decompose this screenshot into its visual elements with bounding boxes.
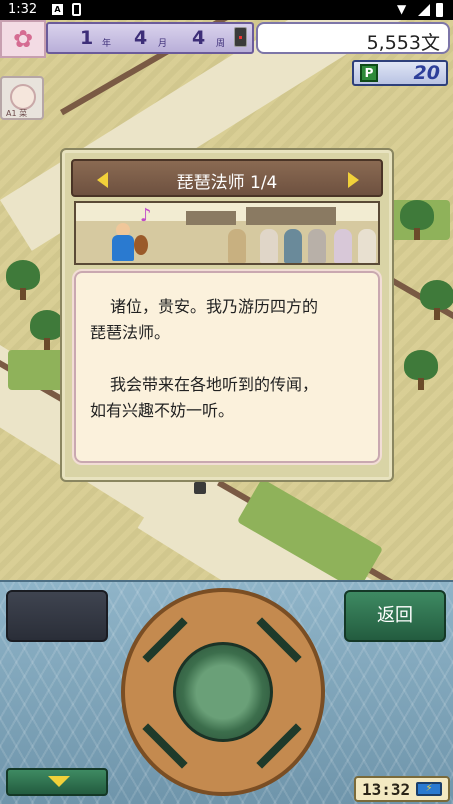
year-unit: 年 [102, 39, 112, 49]
battery-charging-icon: ⚡ [416, 782, 442, 796]
next-page-arrow-icon[interactable] [348, 172, 359, 188]
cursor-icon [194, 482, 206, 494]
monk-body [112, 235, 134, 261]
wifi-icon: ▼ [397, 2, 407, 16]
villager-sprite [358, 229, 376, 263]
dialog-window: 琵琶法师 1/4 ♪ 诸位，贵安。我乃游历四方的 琵琶法师。 我会带来在各地听到… [60, 148, 394, 482]
money-panel: 5,553文 [256, 22, 450, 54]
dialog-line: 如有兴趣不妨一听。 [90, 401, 235, 420]
dpad[interactable] [121, 588, 325, 796]
battery-icon [436, 3, 443, 17]
status-time: 1:32 [8, 2, 38, 17]
points-panel: P 20 [352, 60, 448, 86]
tree [30, 310, 64, 350]
villager-sprite [260, 229, 278, 263]
month-unit: 月 [158, 39, 168, 49]
tree [6, 260, 40, 300]
dialog-header: 琵琶法师 1/4 [71, 159, 383, 197]
sd-card-icon [72, 3, 81, 16]
scroll-down-button[interactable] [6, 768, 108, 796]
clock-time: 13:32 [362, 780, 411, 799]
avatar-label: A1 菜 [6, 109, 28, 118]
week-unit: 周 [216, 39, 226, 49]
dpad-divider [142, 617, 188, 663]
year-value: 1 [80, 27, 94, 49]
scene-roof [186, 211, 236, 225]
dpad-divider [256, 617, 302, 663]
dpad-divider [142, 723, 188, 769]
dialog-line: 琵琶法师。 [90, 323, 171, 342]
tree [404, 350, 438, 390]
points-icon: P [360, 64, 378, 82]
sakura-icon[interactable]: ✿ [0, 20, 46, 58]
biwa-monk-sprite [110, 221, 136, 261]
status-bar: 1:32 A ▼ [0, 0, 453, 20]
dpad-center-button[interactable] [173, 642, 273, 742]
music-note-icon: ♪ [140, 205, 152, 226]
biwa-instrument-icon [134, 235, 148, 255]
points-value: 20 [413, 62, 440, 84]
money-value: 5,553文 [366, 32, 440, 54]
dialog-text-box[interactable]: 诸位，贵安。我乃游历四方的 琵琶法师。 我会带来在各地听到的传闻， 如有兴趣不妨… [72, 269, 382, 465]
date-panel: 1 年 4 月 4 周 [46, 22, 254, 54]
tree [400, 200, 434, 240]
villager-sprite [334, 229, 352, 263]
villager-sprite [284, 229, 302, 263]
advisor-avatar[interactable]: A1 菜 [0, 76, 44, 120]
dialog-line: 诸位，贵安。我乃游历四方的 [110, 297, 319, 316]
signal-icon [418, 4, 430, 16]
week-value: 4 [192, 27, 206, 49]
down-arrow-icon [48, 776, 70, 787]
month-value: 4 [134, 27, 148, 49]
map-grass [8, 350, 68, 390]
notification-icon: A [52, 4, 63, 15]
game-clock: 13:32 ⚡ [354, 776, 450, 802]
speed-lock-icon[interactable] [234, 27, 247, 47]
menu-button[interactable] [6, 590, 108, 642]
tree [420, 280, 453, 320]
scene-roof [246, 207, 336, 225]
villager-sprite [308, 229, 326, 263]
controller-panel: 返回 13:32 ⚡ [0, 580, 453, 804]
dialog-title: 琵琶法师 1/4 [176, 173, 278, 193]
dialog-scene-image: ♪ [74, 201, 380, 265]
back-button[interactable]: 返回 [344, 590, 446, 642]
avatar-face-icon [10, 84, 36, 110]
dpad-divider [256, 723, 302, 769]
dialog-line: 我会带来在各地听到的传闻， [110, 375, 319, 394]
villager-sprite [228, 229, 246, 263]
